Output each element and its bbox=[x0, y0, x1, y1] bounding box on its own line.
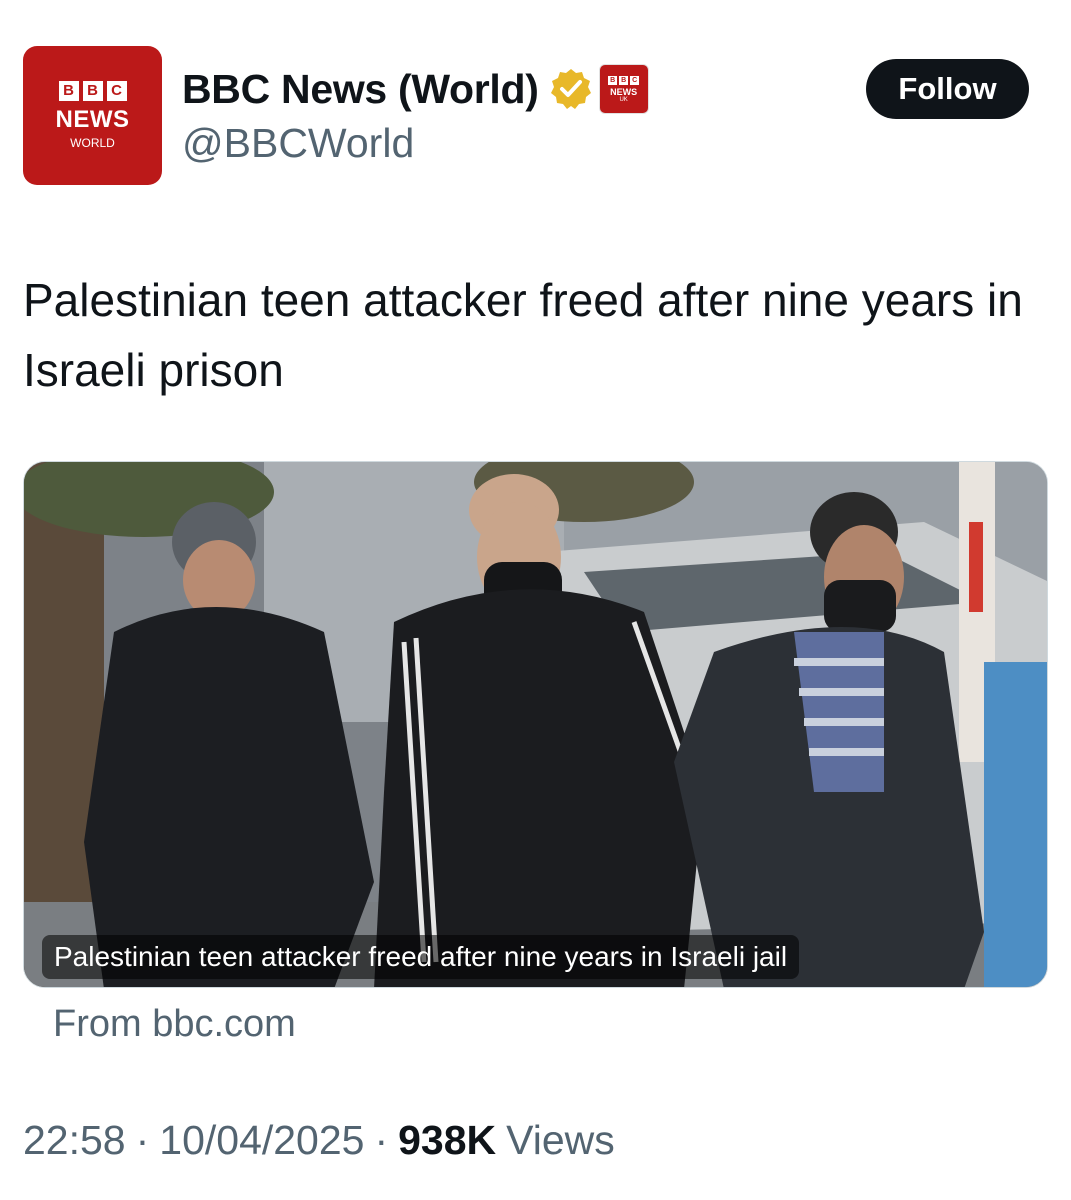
affiliate-block-3: C bbox=[630, 75, 640, 85]
meta-separator: · bbox=[374, 1117, 389, 1163]
display-name[interactable]: BBC News (World) bbox=[182, 66, 539, 113]
tweet-text: Palestinian teen attacker freed after ni… bbox=[23, 274, 1023, 396]
affiliate-uk-text: UK bbox=[619, 96, 628, 103]
bbc-block-1: B bbox=[58, 80, 79, 101]
tweet-date[interactable]: 10/04/2025 bbox=[159, 1117, 364, 1164]
card-source-label[interactable]: From bbc.com bbox=[53, 1003, 296, 1046]
affiliate-block-1: B bbox=[608, 75, 618, 85]
gold-verified-checkmark-icon[interactable] bbox=[549, 67, 593, 111]
link-card[interactable]: Palestinian teen attacker freed after ni… bbox=[23, 461, 1048, 988]
card-photo bbox=[24, 462, 1047, 987]
bbc-block-2: B bbox=[82, 80, 103, 101]
bbc-news-uk-affiliate-badge[interactable]: B B C NEWS UK bbox=[598, 64, 649, 114]
follow-button[interactable]: Follow bbox=[866, 59, 1029, 119]
tweet-time[interactable]: 22:58 bbox=[23, 1117, 126, 1164]
bbc-block-3: C bbox=[106, 80, 127, 101]
account-handle[interactable]: @BBCWorld bbox=[182, 120, 414, 167]
views-label: Views bbox=[506, 1117, 615, 1163]
account-avatar[interactable]: B B C NEWS WORLD bbox=[23, 46, 162, 185]
card-image-caption: Palestinian teen attacker freed after ni… bbox=[42, 935, 800, 979]
tweet-header: B B C NEWS WORLD BBC News (World) B B C … bbox=[0, 0, 1071, 200]
views-count: 938K bbox=[398, 1117, 497, 1163]
name-row: BBC News (World) B B C NEWS UK bbox=[182, 62, 649, 116]
avatar-news-text: NEWS bbox=[55, 105, 130, 133]
meta-separator: · bbox=[135, 1117, 150, 1163]
tweet-meta: 22:58 · 10/04/2025 · 938K Views bbox=[23, 1117, 615, 1164]
bbc-logo-blocks: B B C bbox=[58, 80, 127, 101]
affiliate-bbc-blocks: B B C bbox=[608, 75, 640, 85]
affiliate-block-2: B bbox=[619, 75, 629, 85]
avatar-world-text: WORLD bbox=[70, 135, 115, 150]
affiliate-news-text: NEWS bbox=[610, 86, 638, 97]
